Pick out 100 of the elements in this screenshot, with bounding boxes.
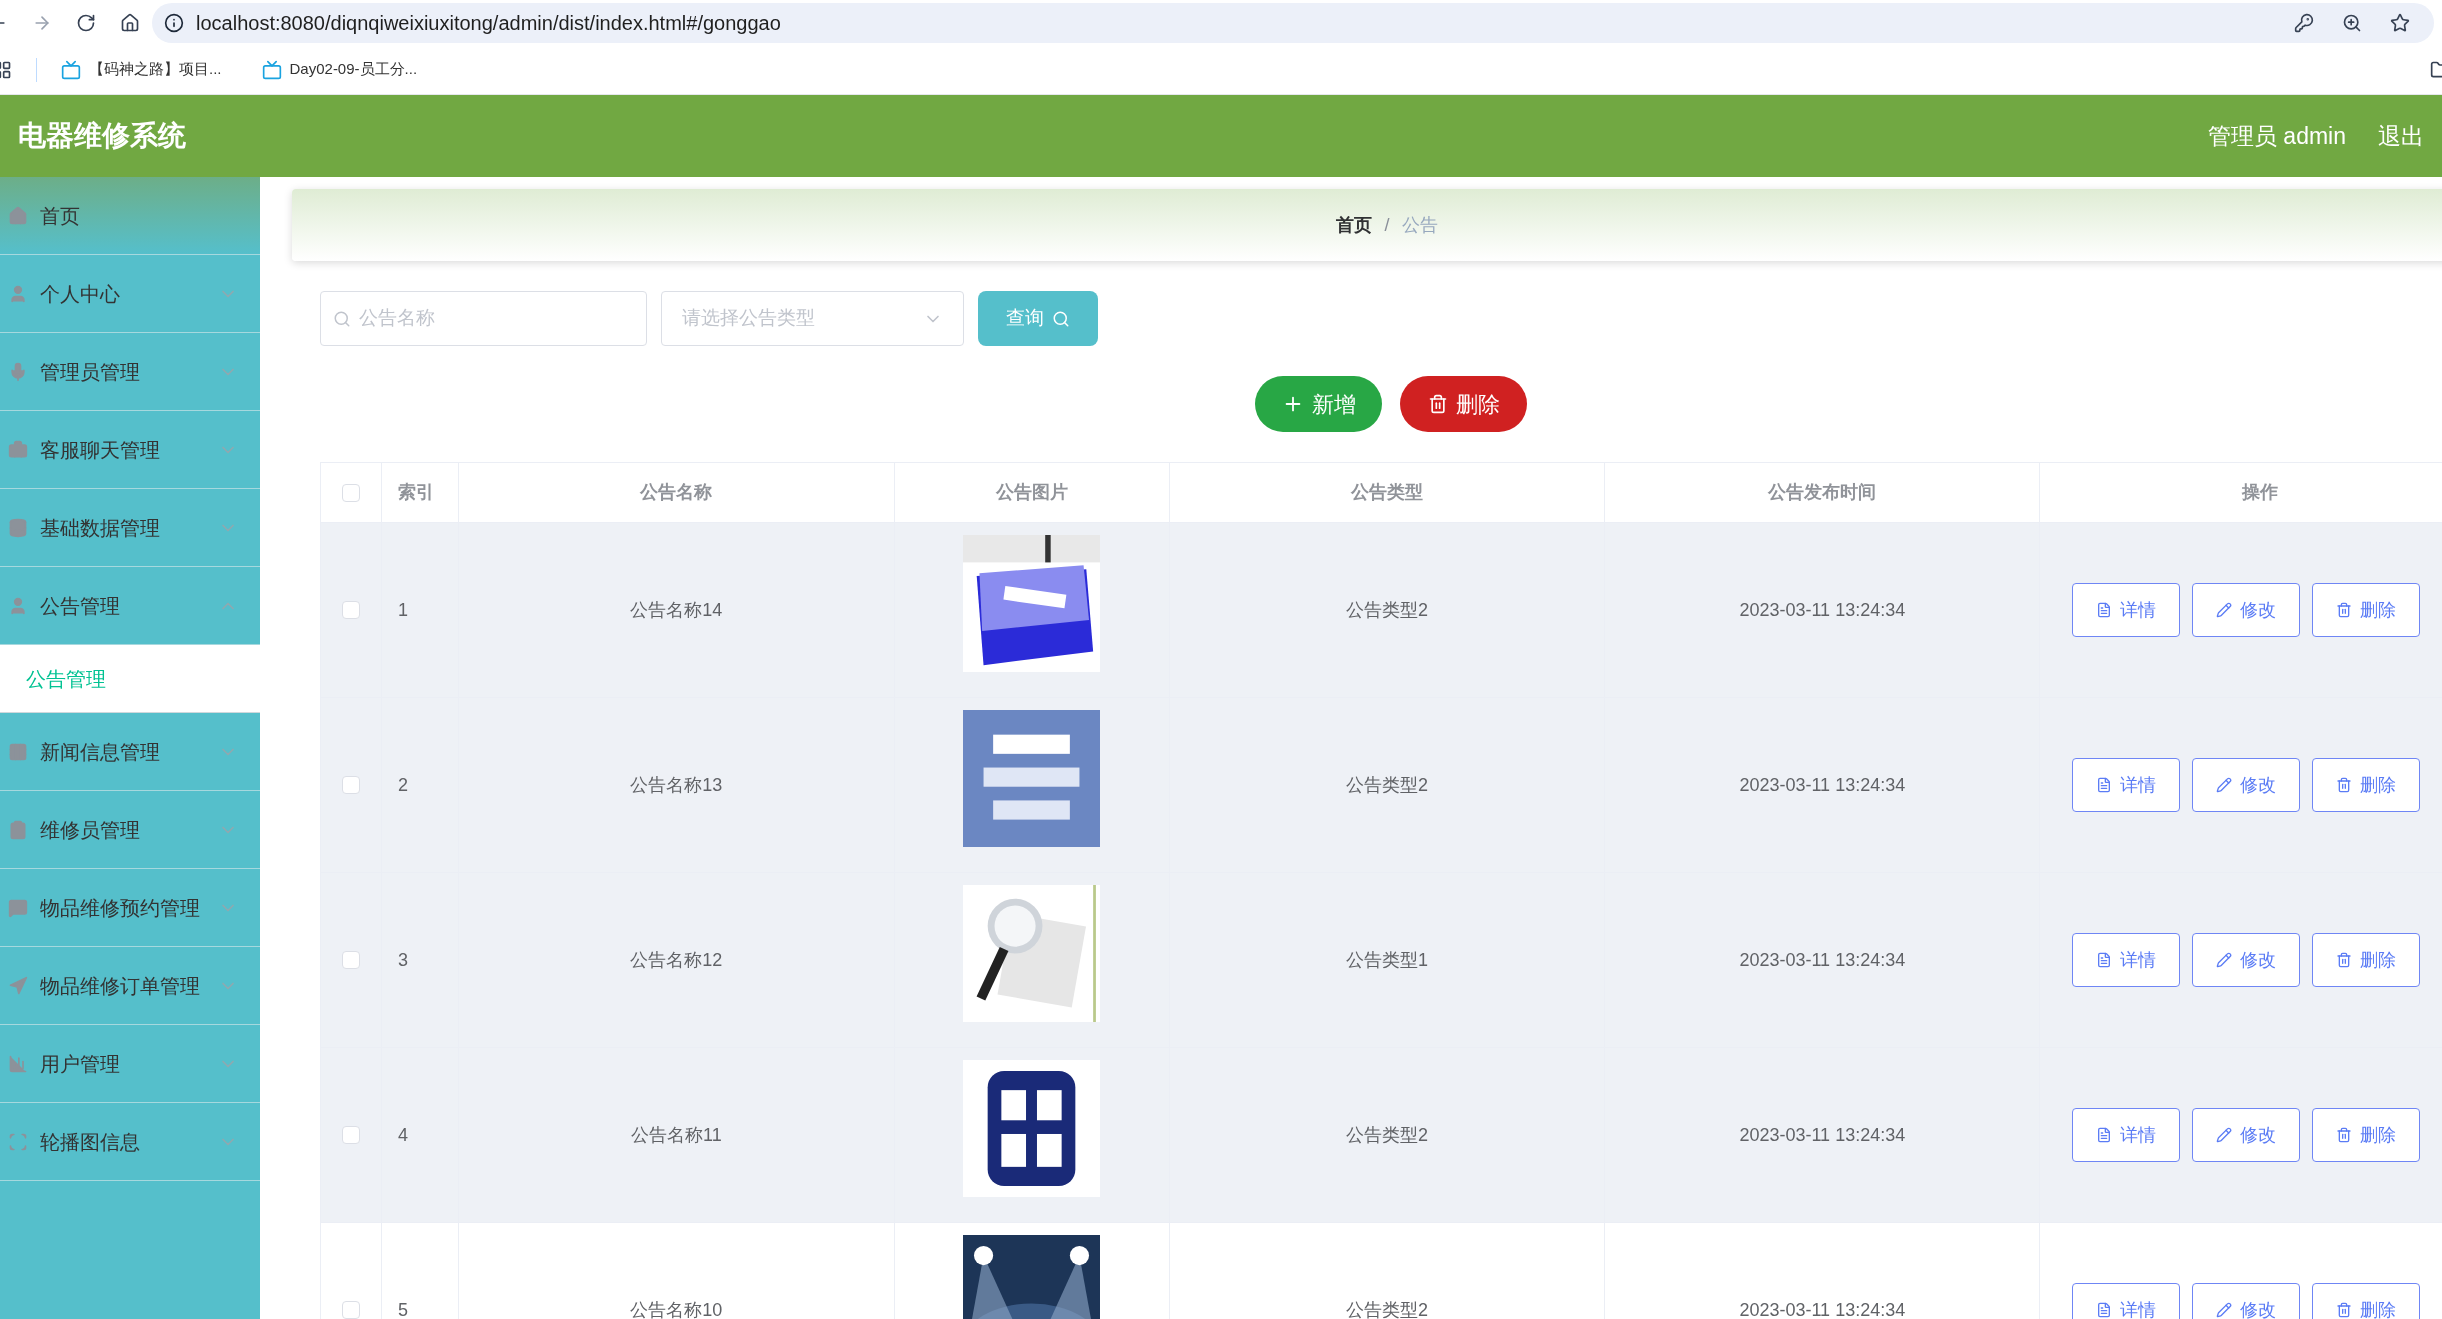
table-cell-text: 公告类型2	[1346, 1123, 1428, 1147]
table-cell-text: 2	[397, 773, 408, 797]
table-cell-text: 2023-03-11 13:24:34	[1739, 1123, 1906, 1147]
address-bar[interactable]: localhost:8080/diqnqiweixiuxitong/admin/dist/index.html#/gonggao	[152, 2, 2434, 43]
pencil-icon	[2216, 1127, 2233, 1143]
zoom-icon[interactable]	[2342, 12, 2362, 33]
type-input[interactable]: 请选择公告类型	[682, 304, 923, 333]
table-cell-text: 公告类型2	[1346, 1298, 1428, 1319]
delete-button[interactable]: 删除	[2312, 1283, 2421, 1319]
search-input[interactable]: 公告名称	[359, 304, 634, 333]
row-checkbox[interactable]	[342, 1301, 360, 1319]
sidebar-item[interactable]: 轮播图信息	[0, 1103, 260, 1181]
detail-button[interactable]: 详情	[2072, 1108, 2181, 1162]
add-button[interactable]: 新增	[1255, 376, 1382, 432]
tv-icon	[61, 59, 81, 80]
tv-icon	[261, 59, 282, 80]
column-header: 公告发布时间	[1605, 463, 2041, 522]
document-icon	[2096, 777, 2113, 793]
grid-icon	[8, 741, 28, 762]
logout-link[interactable]: 退出	[2378, 118, 2424, 154]
sidebar-item[interactable]: 新闻信息管理	[0, 713, 260, 791]
pencil-icon	[2216, 777, 2233, 793]
table-cell-text: 1	[397, 598, 408, 622]
edit-button[interactable]: 修改	[2192, 1108, 2301, 1162]
type-select[interactable]: 请选择公告类型	[661, 291, 964, 346]
microphone-icon	[8, 361, 28, 382]
row-checkbox[interactable]	[342, 951, 360, 969]
table-cell-text: 2023-03-11 13:24:34	[1739, 773, 1906, 797]
trash-icon	[2336, 1127, 2353, 1143]
query-button[interactable]: 查询	[978, 291, 1098, 346]
home-icon[interactable]	[120, 12, 140, 33]
info-icon	[164, 12, 184, 33]
detail-button[interactable]: 详情	[2072, 583, 2181, 637]
table-cell-text: 公告名称13	[630, 773, 723, 797]
url-text: localhost:8080/diqnqiweixiuxitong/admin/dist/index.html#/gonggao	[196, 10, 782, 36]
sidebar-item[interactable]: 管理员管理	[0, 333, 260, 411]
column-header: 索引	[381, 463, 459, 522]
pencil-icon	[2216, 952, 2233, 968]
delete-button[interactable]: 删除	[1400, 376, 1527, 432]
bookmark[interactable]: Day02-09-员工分...	[261, 58, 418, 81]
sidebar-item[interactable]: 物品维修订单管理	[0, 947, 260, 1025]
column-header: 公告图片	[894, 463, 1170, 522]
document-icon	[2096, 952, 2113, 968]
key-icon[interactable]	[2294, 12, 2314, 33]
column-header: 公告类型	[1169, 463, 1606, 522]
table-cell-text: 公告名称12	[630, 948, 723, 972]
edit-button[interactable]: 修改	[2192, 1283, 2301, 1319]
column-header: 操作	[2040, 463, 2442, 522]
clipboard-icon	[8, 819, 28, 840]
frame-icon	[8, 1131, 28, 1152]
breadcrumb-link[interactable]: 公告	[1401, 211, 1438, 239]
table-cell-text: 公告类型2	[1346, 598, 1428, 622]
breadcrumb-link[interactable]: 首页	[1336, 211, 1373, 239]
reload-icon[interactable]	[76, 12, 96, 33]
row-checkbox[interactable]	[342, 1126, 360, 1144]
table-cell-text: 4	[397, 1123, 408, 1147]
search-field[interactable]: 公告名称	[320, 291, 647, 346]
table-cell-text: 2023-03-11 13:24:34	[1739, 598, 1906, 622]
row-checkbox[interactable]	[342, 776, 360, 794]
table-cell-text: 公告名称11	[631, 1123, 722, 1147]
detail-button[interactable]: 详情	[2072, 933, 2181, 987]
trash-icon	[2336, 777, 2353, 793]
system-title: 电器维修系统	[18, 119, 187, 153]
edit-button[interactable]: 修改	[2192, 933, 2301, 987]
search-icon	[333, 309, 351, 328]
delete-button[interactable]: 删除	[2312, 1108, 2421, 1162]
sidebar-item[interactable]: 个人中心	[0, 255, 260, 333]
row-checkbox[interactable]	[342, 601, 360, 619]
bookmark[interactable]: 【码神之路】项目...	[61, 58, 222, 81]
edit-button[interactable]: 修改	[2192, 583, 2301, 637]
sidebar-item[interactable]: 客服聊天管理	[0, 411, 260, 489]
table-cell-text: 公告名称10	[630, 1298, 723, 1319]
document-icon	[2096, 602, 2113, 618]
sidebar-item[interactable]: 维修员管理	[0, 791, 260, 869]
sidebar-item[interactable]: 物品维修预约管理	[0, 869, 260, 947]
person-icon	[8, 595, 28, 616]
sidebar-subitem[interactable]: 公告管理	[0, 645, 260, 713]
detail-button[interactable]: 详情	[2072, 1283, 2181, 1319]
trash-icon	[2336, 1302, 2353, 1318]
edit-button[interactable]: 修改	[2192, 758, 2301, 812]
sidebar-item[interactable]: 用户管理	[0, 1025, 260, 1103]
sidebar-item[interactable]: 基础数据管理	[0, 489, 260, 567]
breadcrumb-separator: /	[1384, 213, 1390, 237]
header-checkbox[interactable]	[342, 483, 360, 502]
table-cell-text: 公告名称14	[630, 598, 723, 622]
table-cell-text: 2023-03-11 13:24:34	[1739, 948, 1906, 972]
column-header: 公告名称	[458, 463, 895, 522]
table-cell-text: 2023-03-11 13:24:34	[1739, 1298, 1906, 1319]
delete-button[interactable]: 删除	[2312, 583, 2421, 637]
search-icon	[1052, 309, 1070, 328]
document-icon	[2096, 1302, 2113, 1318]
star-icon[interactable]	[2390, 12, 2410, 33]
detail-button[interactable]: 详情	[2072, 758, 2181, 812]
bar-chart-icon	[8, 1053, 28, 1074]
delete-button[interactable]: 删除	[2312, 758, 2421, 812]
table-cell-text: 3	[397, 948, 408, 972]
delete-button[interactable]: 删除	[2312, 933, 2421, 987]
pencil-icon	[2216, 602, 2233, 618]
document-icon	[2096, 1127, 2113, 1143]
home-icon	[8, 205, 28, 226]
